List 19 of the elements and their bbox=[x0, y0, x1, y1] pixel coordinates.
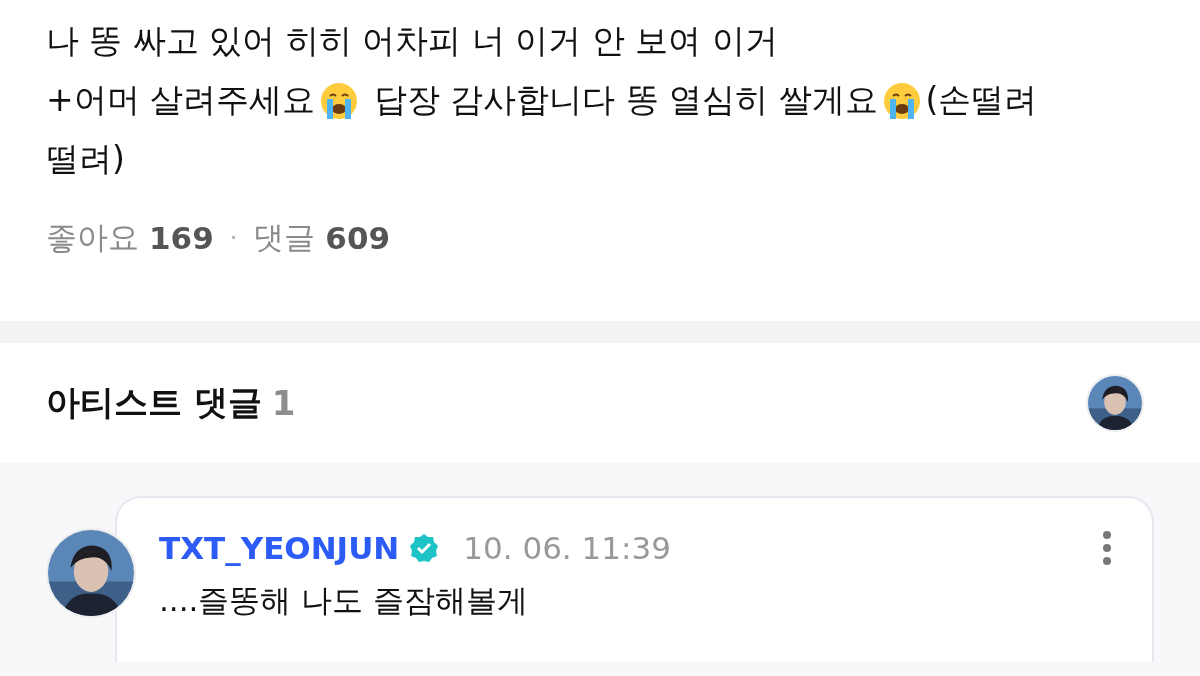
crying-face-icon bbox=[881, 80, 922, 121]
comment-count: 1 bbox=[271, 383, 296, 423]
post-text: 나 똥 싸고 있어 히히 어차피 너 이거 안 보여 이거 bbox=[46, 20, 778, 62]
post-text: 떨려) bbox=[46, 138, 125, 180]
stat-count: 169 bbox=[149, 220, 214, 256]
section-title: 아티스트 댓글 bbox=[46, 381, 262, 424]
verified-badge-icon bbox=[409, 533, 440, 563]
comment-author[interactable]: TXT_YEONJUN bbox=[159, 530, 400, 566]
comment-time: 10. 06. 11:39 bbox=[463, 530, 672, 566]
post-text: 답장 감사합니다 똥 열심히 쌀게요 bbox=[372, 79, 878, 121]
stat-label: 댓글 bbox=[253, 218, 316, 257]
stat-count: 609 bbox=[325, 220, 391, 256]
more-options-icon[interactable] bbox=[1102, 530, 1112, 566]
stat-label: 좋아요 bbox=[46, 218, 139, 257]
comment-text: ....즐똥해 나도 즐잠해볼게 bbox=[159, 581, 530, 620]
crying-face-icon bbox=[319, 80, 360, 121]
post-text: (손떨려 bbox=[925, 79, 1038, 121]
separator: · bbox=[229, 224, 238, 252]
post-text: +어머 살려주세요 bbox=[46, 79, 316, 121]
